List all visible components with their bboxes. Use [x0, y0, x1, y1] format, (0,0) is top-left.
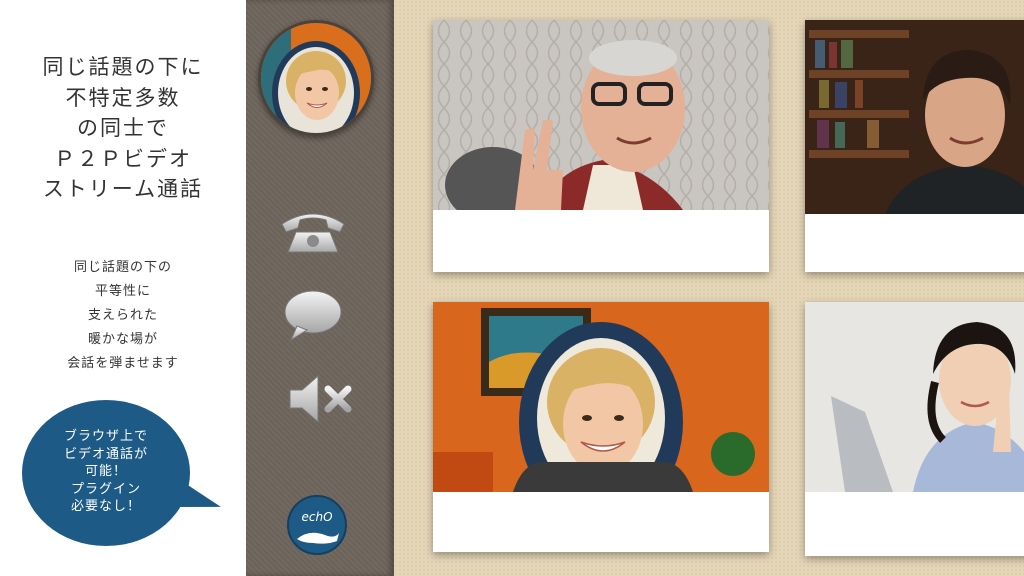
logo-text: echO — [301, 510, 333, 524]
participant-caption — [805, 492, 1024, 556]
participant-caption — [433, 492, 769, 552]
promo-subline: 同じ話題の下の 平等性に 支えられた 暖かな場が 会話を弾ませます — [67, 260, 179, 371]
chat-bubble-icon[interactable] — [283, 290, 343, 342]
video-tile[interactable] — [433, 302, 769, 552]
phone-icon[interactable] — [278, 206, 348, 256]
participant-video — [433, 302, 769, 522]
echo-logo[interactable]: echO — [287, 495, 347, 555]
participant-video — [805, 302, 1024, 492]
speech-bubble-text: ブラウザ上で ビデオ通話が 可能！ プラグイン 必要なし！ — [63, 429, 148, 514]
promo-headline: 同じ話題の下に 不特定多数 の同士で Ｐ２Ｐビデオ ストリーム通話 — [42, 55, 204, 201]
video-tile[interactable] — [433, 20, 769, 272]
video-tile[interactable] — [805, 20, 1024, 272]
self-avatar[interactable] — [258, 20, 374, 136]
participant-video — [805, 20, 1024, 214]
participant-video — [433, 20, 769, 223]
video-tile[interactable] — [805, 302, 1024, 556]
mute-speaker-icon[interactable] — [288, 374, 352, 424]
participant-caption — [805, 214, 1024, 272]
participant-caption — [433, 210, 769, 272]
promo-panel: 同じ話題の下に 不特定多数 の同士で Ｐ２Ｐビデオ ストリーム通話 同じ話題の下… — [0, 0, 246, 576]
